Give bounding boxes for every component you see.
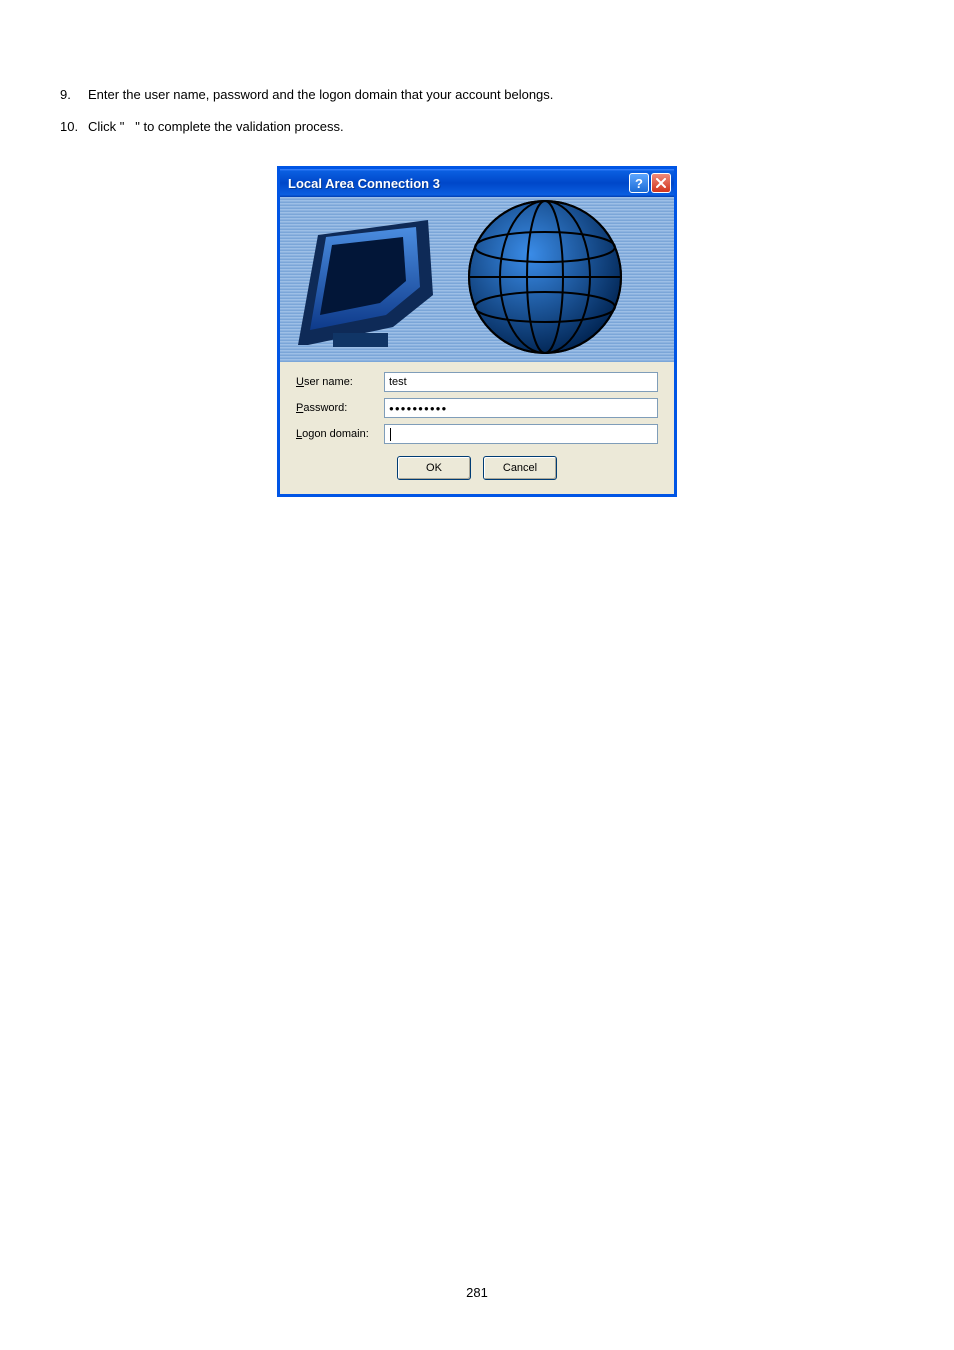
username-input[interactable]: test: [384, 372, 658, 392]
step-10-text: Click " " to complete the validation pro…: [88, 117, 894, 137]
text-caret: [390, 428, 391, 441]
credential-dialog: Local Area Connection 3 ?: [277, 166, 677, 497]
close-icon: [656, 178, 666, 188]
step-9-text: Enter the user name, password and the lo…: [88, 85, 894, 105]
password-input[interactable]: ●●●●●●●●●●: [384, 398, 658, 418]
step-9-number: 9.: [60, 85, 88, 105]
cancel-button[interactable]: Cancel: [483, 456, 557, 480]
step-10-number: 10.: [60, 117, 88, 137]
help-button[interactable]: ?: [629, 173, 649, 193]
page-number: 281: [0, 1285, 954, 1300]
step-10: 10. Click " " to complete the validation…: [60, 117, 894, 137]
logon-domain-label: Logon domain:: [296, 428, 384, 440]
step-9: 9. Enter the user name, password and the…: [60, 85, 894, 105]
dialog-banner: [280, 197, 674, 362]
ok-button[interactable]: OK: [397, 456, 471, 480]
username-label: User name:: [296, 376, 384, 388]
help-icon: ?: [635, 176, 643, 191]
dialog-titlebar[interactable]: Local Area Connection 3 ?: [280, 169, 674, 197]
logon-domain-input[interactable]: [384, 424, 658, 444]
dialog-title: Local Area Connection 3: [288, 176, 629, 191]
close-button[interactable]: [651, 173, 671, 193]
password-label: Password:: [296, 402, 384, 414]
